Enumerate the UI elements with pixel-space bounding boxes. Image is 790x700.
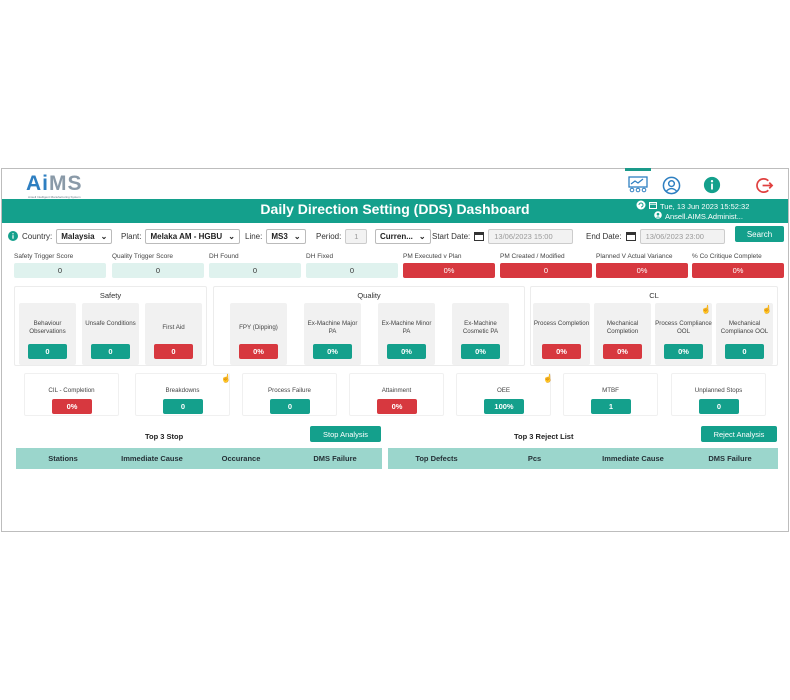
metric-co-critique: % Co Critique Complete 0% <box>692 253 784 278</box>
card-ex-machine-major[interactable]: Ex-Machine Major PA 0% <box>304 303 361 365</box>
column-header: Occurance <box>221 454 261 463</box>
card-cil-completion[interactable]: CIL - Completion 0% <box>24 373 119 416</box>
start-date-label: Start Date: <box>432 232 471 241</box>
stop-analysis-button[interactable]: Stop Analysis <box>310 426 381 442</box>
card-attainment[interactable]: Attainment 0% <box>349 373 444 416</box>
reject-analysis-button[interactable]: Reject Analysis <box>701 426 777 442</box>
end-date-input[interactable]: 13/06/2023 23:00 <box>639 229 725 244</box>
country-select[interactable]: Malaysia ⌄ <box>56 229 113 244</box>
quality-title: Quality <box>357 291 381 300</box>
filter-bar: Country: Malaysia ⌄ Plant: Melaka AM - HG… <box>2 225 788 249</box>
top-stop-title: Top 3 Stop <box>145 432 184 441</box>
user-name: Ansell.AIMS.Administ... <box>665 211 743 221</box>
end-date-label: End Date: <box>586 232 622 241</box>
filter-info-icon <box>8 230 18 243</box>
card-process-completion[interactable]: Process Completion 0% <box>533 303 590 365</box>
metric-dh-fixed: DH Fixed 0 <box>306 253 398 278</box>
safety-panel: Safety Behaviour Observations 0 Unsafe C… <box>14 286 207 366</box>
chevron-down-icon: ⌄ <box>228 232 235 241</box>
column-header: Immediate Cause <box>121 454 183 463</box>
header-info: Tue, 13 Jun 2023 15:52:32 Ansell.AIMS.Ad… <box>636 199 786 223</box>
calendar-icon[interactable] <box>625 231 636 243</box>
card-fpy-dipping[interactable]: FPY (Dipping) 0% <box>230 303 287 365</box>
aims-logo: AiMS Ansell Intelligent Manufacturing Sy… <box>26 172 83 199</box>
safety-title: Safety <box>99 291 122 300</box>
card-mechanical-completion[interactable]: Mechanical Completion 0% <box>594 303 651 365</box>
logout-icon[interactable] <box>754 175 774 195</box>
start-date-input[interactable]: 13/06/2023 15:00 <box>488 229 574 244</box>
line-label: Line: <box>245 232 263 241</box>
metric-planned-variance: Planned V Actual Variance 0% <box>596 253 688 278</box>
plant-select[interactable]: Melaka AM - HGBU ⌄ <box>145 229 240 244</box>
column-header: Pcs <box>527 454 542 463</box>
column-header: Top Defects <box>415 454 458 463</box>
metric-safety-trigger-score: Safety Trigger Score 0 <box>14 253 106 278</box>
card-oee[interactable]: ☝ OEE 100% <box>456 373 553 416</box>
top-bar: AiMS Ansell Intelligent Manufacturing Sy… <box>2 168 788 199</box>
hand-pointer-icon: ☝ <box>543 374 553 383</box>
column-header: DMS Failure <box>313 454 357 463</box>
hand-pointer-icon: ☝ <box>221 374 231 383</box>
card-ex-machine-cosmetic[interactable]: Ex-Machine Cosmetic PA 0% <box>452 303 509 365</box>
chevron-down-icon: ⌄ <box>100 232 108 241</box>
column-header: DMS Failure <box>708 454 752 463</box>
dashboard-window: AiMS Ansell Intelligent Manufacturing Sy… <box>1 168 789 532</box>
card-unsafe-conditions[interactable]: Unsafe Conditions 0 <box>82 303 139 365</box>
cl-title: CL <box>649 291 659 300</box>
calendar-icon[interactable] <box>474 231 485 243</box>
refresh-icon[interactable] <box>636 200 646 212</box>
hand-pointer-icon: ☝ <box>762 305 772 314</box>
period-label: Period: <box>316 232 342 241</box>
top-stop-table-header: Stations Immediate Cause Occurance DMS F… <box>16 448 382 469</box>
user-icon[interactable] <box>661 175 681 195</box>
card-unplanned-stops[interactable]: Unplanned Stops 0 <box>671 373 766 416</box>
cl-panel: CL Process Completion 0% Mechanical Comp… <box>530 286 778 366</box>
card-first-aid[interactable]: First Aid 0 <box>145 303 202 365</box>
column-header: Immediate Cause <box>602 454 664 463</box>
card-process-failure[interactable]: Process Failure 0 <box>242 373 337 416</box>
current-select[interactable]: Curren... ⌄ <box>375 229 431 244</box>
plant-label: Plant: <box>121 232 142 241</box>
dashboard-icon[interactable] <box>625 168 651 195</box>
metric-pm-executed: PM Executed v Plan 0% <box>403 253 495 278</box>
metric-dh-found: DH Found 0 <box>209 253 301 278</box>
top-reject-title: Top 3 Reject List <box>514 432 574 441</box>
period-input[interactable]: 1 <box>345 229 368 244</box>
card-behaviour-observations[interactable]: Behaviour Observations 0 <box>19 303 76 365</box>
column-header: Stations <box>48 454 78 463</box>
info-icon[interactable] <box>702 175 722 195</box>
card-ex-machine-minor[interactable]: Ex-Machine Minor PA 0% <box>378 303 435 365</box>
metric-pm-created: PM Created / Modified 0 <box>500 253 592 278</box>
country-label: Country: <box>22 232 53 241</box>
calendar-icon <box>649 201 657 211</box>
hand-pointer-icon: ☝ <box>701 305 711 314</box>
card-breakdowns[interactable]: ☝ Breakdowns 0 <box>135 373 231 416</box>
search-button[interactable]: Search <box>735 226 784 242</box>
quality-panel: Quality FPY (Dipping) 0% Ex-Machine Majo… <box>213 286 525 366</box>
card-mtbf[interactable]: MTBF 1 <box>563 373 658 416</box>
user-small-icon <box>654 211 662 221</box>
chevron-down-icon: ⌄ <box>418 232 426 241</box>
chevron-down-icon: ⌄ <box>293 232 301 241</box>
line-select[interactable]: MS3 ⌄ <box>266 229 306 244</box>
top-reject-table-header: Top Defects Pcs Immediate Cause DMS Fail… <box>388 448 778 469</box>
metric-quality-trigger-score: Quality Trigger Score 0 <box>112 253 204 278</box>
header-bar: Daily Direction Setting (DDS) Dashboard … <box>2 199 788 223</box>
datetime-text: Tue, 13 Jun 2023 15:52:32 <box>660 201 750 211</box>
card-mechanical-compliance-ool[interactable]: ☝ Mechanical Compliance OOL 0 <box>716 303 773 365</box>
card-process-compliance-ool[interactable]: ☝ Process Compliance OOL 0% <box>655 303 712 365</box>
